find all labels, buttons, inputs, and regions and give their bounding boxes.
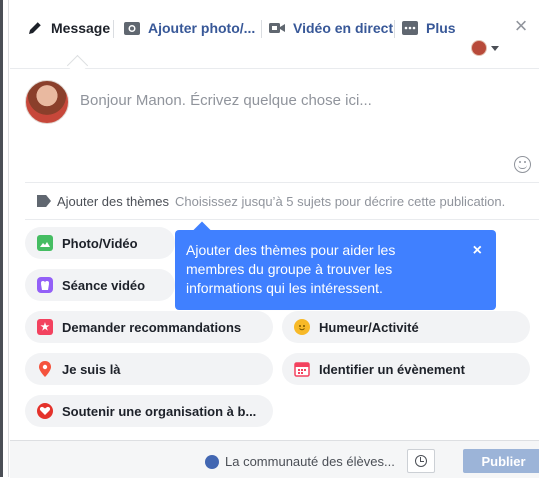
photo-icon: [37, 235, 53, 251]
option-event-label: Identifier un évènement: [319, 361, 465, 377]
tab-separator: [261, 20, 262, 38]
audience-label: La communauté des élèves...: [225, 454, 395, 469]
option-watch-party-label: Séance vidéo: [62, 277, 146, 293]
left-edge: [0, 0, 9, 477]
heart-icon: [37, 403, 53, 419]
tab-add-photo-label: Ajouter photo/...: [148, 20, 256, 36]
location-pin-icon: [37, 361, 53, 377]
tag-icon: [37, 195, 51, 207]
option-recommendations-label: Demander recommandations: [62, 319, 242, 335]
option-feeling[interactable]: Humeur/Activité: [282, 311, 530, 343]
tab-live-video[interactable]: Vidéo en direct: [268, 18, 393, 38]
composer-tabs: Message Ajouter photo/... Vidéo en direc…: [10, 0, 539, 77]
tab-separator: [394, 20, 395, 38]
tab-message-label: Message: [51, 20, 111, 36]
composer-footer: La communauté des élèves... Publier: [10, 440, 539, 478]
user-avatar-small: [471, 40, 487, 56]
emoji-icon[interactable]: [514, 156, 531, 173]
tab-message[interactable]: Message: [26, 18, 110, 38]
user-avatar: [25, 80, 69, 124]
group-icon: [205, 454, 219, 469]
tab-add-photo[interactable]: Ajouter photo/...: [123, 18, 255, 38]
post-composer-window: Message Ajouter photo/... Vidéo en direc…: [0, 0, 539, 478]
more-icon: [401, 20, 419, 36]
clock-icon: [415, 455, 427, 467]
chevron-down-icon: [491, 45, 499, 51]
smiley-icon: [294, 319, 310, 335]
pencil-icon: [26, 20, 44, 36]
tooltip-text: Ajouter des thèmes pour aider les membre…: [186, 242, 396, 296]
active-tab-notch: [66, 54, 89, 77]
post-text-input[interactable]: Bonjour Manon. Écrivez quelque chose ici…: [80, 92, 372, 109]
tab-live-video-label: Vidéo en direct: [293, 20, 394, 36]
option-fundraiser[interactable]: Soutenir une organisation à b...: [25, 395, 273, 427]
star-icon: ★: [37, 319, 53, 335]
topics-input[interactable]: Choisissez jusqu’à 5 sujets pour décrire…: [175, 194, 505, 209]
tab-more-label: Plus: [426, 20, 456, 36]
popcorn-icon: [37, 277, 53, 293]
option-checkin[interactable]: Je suis là: [25, 353, 273, 385]
topics-label: Ajouter des thèmes: [57, 193, 170, 209]
publish-button[interactable]: Publier: [463, 449, 539, 473]
option-photo-video-label: Photo/Vidéo: [62, 235, 138, 251]
option-recommendations[interactable]: ★ Demander recommandations: [25, 311, 273, 343]
tab-separator: [113, 20, 114, 38]
schedule-button[interactable]: [407, 449, 435, 473]
close-icon[interactable]: ×: [511, 15, 531, 37]
option-fundraiser-label: Soutenir une organisation à b...: [62, 403, 257, 419]
audience-selector[interactable]: La communauté des élèves...: [205, 454, 395, 469]
identity-switcher[interactable]: [471, 40, 499, 56]
left-edge-strip: [0, 0, 3, 477]
topics-tooltip: Ajouter des thèmes pour aider les membre…: [175, 230, 496, 310]
topics-row[interactable]: Ajouter des thèmes Choisissez jusqu’à 5 …: [25, 182, 539, 220]
camera-icon: [123, 20, 141, 36]
tab-more[interactable]: Plus: [401, 18, 456, 38]
option-checkin-label: Je suis là: [62, 361, 121, 377]
option-watch-party[interactable]: Séance vidéo: [25, 269, 175, 301]
calendar-icon: [294, 361, 310, 377]
tooltip-close-icon[interactable]: ×: [473, 241, 482, 260]
option-photo-video[interactable]: Photo/Vidéo: [25, 227, 175, 259]
option-feeling-label: Humeur/Activité: [319, 319, 419, 335]
video-camera-icon: [268, 20, 286, 36]
option-event[interactable]: Identifier un évènement: [282, 353, 530, 385]
